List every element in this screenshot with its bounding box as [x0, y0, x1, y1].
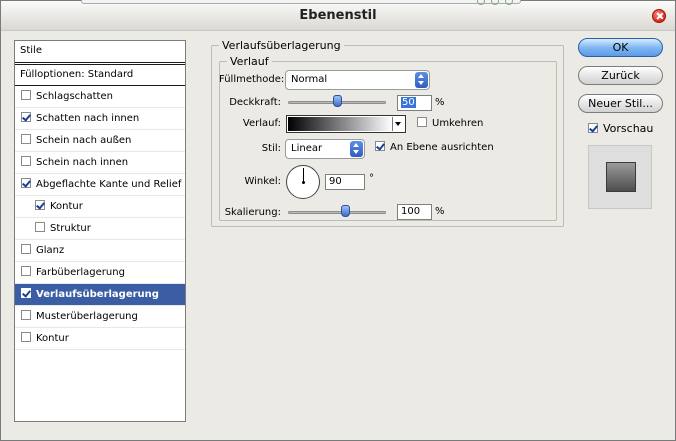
sidebar-item[interactable]: Farbüberlagerung [15, 262, 185, 284]
align-layer-checkbox-box[interactable] [375, 141, 385, 151]
styles-list: Stile Fülloptionen: Standard Schlagschat… [14, 40, 186, 422]
angle-dial[interactable] [286, 165, 320, 199]
style-select[interactable]: Linear [285, 139, 365, 159]
sidebar-item-checkbox[interactable] [21, 266, 31, 276]
style-value: Linear [291, 143, 323, 154]
group-title: Verlaufsüberlagerung [219, 39, 344, 52]
sidebar-item-label: Verlaufsüberlagerung [36, 289, 159, 300]
reverse-checkbox[interactable]: Umkehren [417, 117, 484, 129]
sidebar-item-checkbox[interactable] [21, 244, 31, 254]
angle-unit: ° [369, 173, 374, 184]
sidebar-item-checkbox[interactable] [21, 178, 31, 188]
sidebar-item-label: Schein nach außen [36, 135, 132, 146]
sidebar-item-label: Abgeflachte Kante und Relief [36, 179, 182, 190]
new-style-button[interactable]: Neuer Stil... [578, 94, 663, 113]
sidebar-item[interactable]: Schatten nach innen [15, 108, 185, 130]
reverse-label: Umkehren [432, 118, 484, 129]
sidebar-item-checkbox[interactable] [21, 134, 31, 144]
gradient-dropdown-icon[interactable] [392, 117, 404, 131]
sidebar-item[interactable]: Schein nach außen [15, 130, 185, 152]
scale-slider-track [288, 211, 386, 214]
title-bar[interactable]: Ebenenstil [1, 0, 675, 31]
styles-header[interactable]: Stile [15, 41, 185, 63]
subgroup-title: Verlauf [227, 55, 272, 68]
preview-checkbox-box[interactable] [588, 123, 598, 133]
sidebar-item-label: Glanz [36, 245, 65, 256]
opacity-slider-thumb[interactable] [333, 95, 342, 107]
dialog-title: Ebenenstil [299, 8, 377, 23]
sidebar-item[interactable]: Glanz [15, 240, 185, 262]
background-window-controls [477, 0, 519, 8]
sidebar-item-checkbox[interactable] [35, 222, 45, 232]
sidebar-item-label: Schein nach innen [36, 157, 129, 168]
preview-swatch [606, 162, 636, 192]
scale-label: Skalierung: [224, 207, 281, 218]
scale-input[interactable]: 100 [397, 204, 432, 220]
style-preview [588, 145, 652, 209]
opacity-slider[interactable] [288, 95, 386, 108]
blend-mode-label: Füllmethode: [219, 74, 285, 85]
align-layer-label: An Ebene ausrichten [390, 142, 494, 153]
sidebar-item-label: Kontur [36, 333, 69, 344]
blend-options-item[interactable]: Fülloptionen: Standard [15, 64, 185, 86]
sidebar-item[interactable]: Verlaufsüberlagerung [15, 284, 185, 306]
angle-input[interactable]: 90 [325, 174, 365, 190]
close-icon[interactable] [652, 9, 666, 23]
opacity-label: Deckkraft: [229, 97, 281, 108]
scale-unit: % [435, 206, 445, 217]
opacity-input[interactable]: 50 [397, 95, 432, 111]
sidebar-item-label: Musterüberlagerung [36, 311, 138, 322]
sidebar-item[interactable]: Kontur [15, 196, 185, 218]
style-label: Stil: [261, 143, 281, 154]
sidebar-item[interactable]: Schlagschatten [15, 86, 185, 108]
reverse-checkbox-box[interactable] [417, 117, 427, 127]
preview-label: Vorschau [603, 122, 654, 135]
select-arrows-icon [350, 141, 363, 157]
angle-label: Winkel: [244, 176, 281, 187]
gradient-picker[interactable] [286, 115, 406, 133]
blend-mode-select[interactable]: Normal [285, 70, 430, 90]
sidebar-item-label: Schatten nach innen [36, 113, 140, 124]
select-arrows-icon [415, 72, 428, 88]
gradient-label: Verlauf: [242, 118, 281, 129]
blend-mode-value: Normal [291, 74, 328, 85]
cancel-button[interactable]: Zurück [578, 66, 663, 85]
scale-value: 100 [401, 206, 421, 217]
angle-dial-center [302, 181, 305, 184]
background-window-edge [81, 0, 521, 4]
sidebar-item-checkbox[interactable] [35, 200, 45, 210]
sidebar-item[interactable]: Abgeflachte Kante und Relief [15, 174, 185, 196]
sidebar-item-label: Schlagschatten [36, 91, 113, 102]
layer-style-dialog: Ebenenstil Stile Fülloptionen: Standard … [0, 0, 676, 441]
sidebar-item-label: Kontur [50, 201, 83, 212]
sidebar-item[interactable]: Struktur [15, 218, 185, 240]
align-layer-checkbox[interactable]: An Ebene ausrichten [375, 141, 494, 153]
sidebar-item-label: Farbüberlagerung [36, 267, 125, 278]
sidebar-item-checkbox[interactable] [21, 332, 31, 342]
sidebar-item-label: Struktur [50, 223, 91, 234]
ok-button[interactable]: OK [578, 38, 663, 57]
scale-slider[interactable] [288, 205, 386, 218]
sidebar-item[interactable]: Kontur [15, 328, 185, 350]
sidebar-item-checkbox[interactable] [21, 112, 31, 122]
preview-checkbox[interactable]: Vorschau [588, 122, 653, 135]
opacity-unit: % [435, 97, 445, 108]
sidebar-item-checkbox[interactable] [21, 156, 31, 166]
opacity-value: 50 [401, 97, 416, 108]
sidebar-item[interactable]: Musterüberlagerung [15, 306, 185, 328]
sidebar-item-checkbox[interactable] [21, 288, 31, 298]
sidebar-item[interactable]: Schein nach innen [15, 152, 185, 174]
scale-slider-thumb[interactable] [341, 205, 350, 217]
gradient-preview[interactable] [288, 117, 392, 131]
sidebar-item-checkbox[interactable] [21, 90, 31, 100]
angle-value: 90 [329, 176, 342, 187]
sidebar-item-checkbox[interactable] [21, 310, 31, 320]
